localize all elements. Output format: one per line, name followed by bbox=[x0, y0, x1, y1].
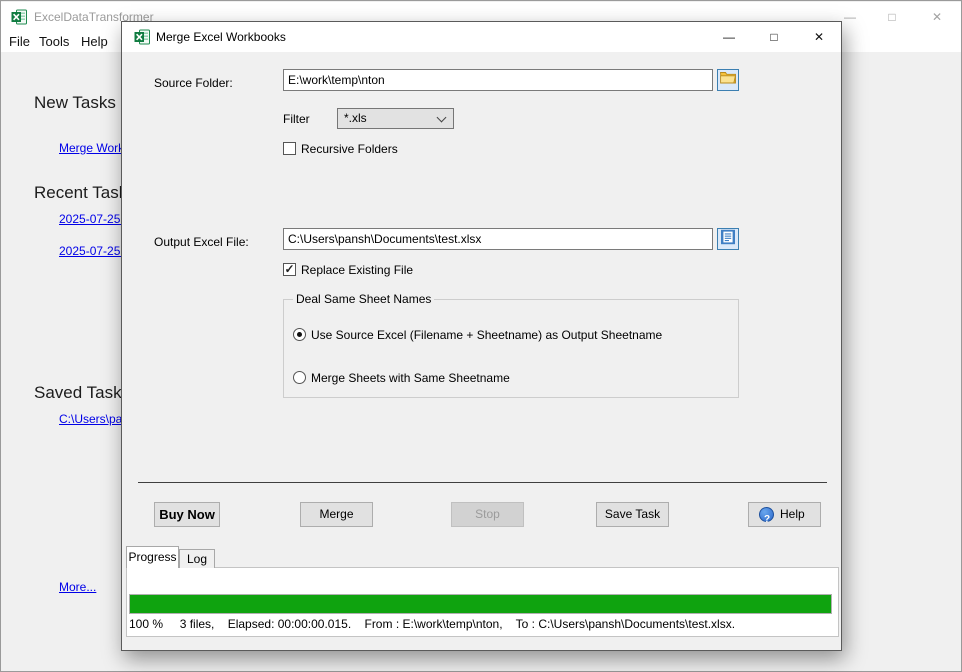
excel-dialog-icon bbox=[134, 29, 150, 45]
dialog-title-bar: Merge Excel Workbooks — □ ✕ bbox=[122, 22, 841, 52]
more-link[interactable]: More... bbox=[59, 580, 96, 594]
use-source-sheetname-label: Use Source Excel (Filename + Sheetname) … bbox=[311, 328, 662, 342]
save-task-button[interactable]: Save Task bbox=[596, 502, 669, 527]
progress-status-text: 100 % 3 files, Elapsed: 00:00:00.015. Fr… bbox=[129, 617, 735, 631]
document-icon bbox=[720, 229, 736, 250]
source-folder-input[interactable] bbox=[283, 69, 713, 91]
browse-output-file-button[interactable] bbox=[717, 228, 739, 250]
recursive-folders-checkbox[interactable] bbox=[283, 142, 296, 155]
use-source-sheetname-radio[interactable] bbox=[293, 328, 306, 341]
deal-same-sheet-names-group: Deal Same Sheet Names Use Source Excel (… bbox=[283, 299, 739, 398]
main-close-button[interactable]: ✕ bbox=[917, 2, 957, 33]
recent-task-link-1[interactable]: 2025-07-25 1 bbox=[59, 212, 130, 226]
merge-workbooks-link[interactable]: Merge Work bbox=[59, 141, 124, 155]
folder-icon bbox=[720, 71, 736, 89]
saved-tasks-heading: Saved Tasks bbox=[34, 383, 130, 403]
menu-tools[interactable]: Tools bbox=[39, 33, 69, 52]
menu-help[interactable]: Help bbox=[81, 33, 108, 52]
recent-tasks-heading: Recent Task bbox=[34, 183, 127, 203]
progress-bar bbox=[129, 594, 832, 614]
stop-button[interactable]: Stop bbox=[451, 502, 524, 527]
dialog-title: Merge Excel Workbooks bbox=[156, 22, 286, 52]
filter-selected-value: *.xls bbox=[344, 111, 367, 125]
output-excel-file-label: Output Excel File: bbox=[154, 235, 249, 249]
help-button[interactable]: Help bbox=[748, 502, 821, 527]
source-folder-label: Source Folder: bbox=[154, 76, 233, 90]
merge-same-sheetname-label: Merge Sheets with Same Sheetname bbox=[311, 371, 510, 385]
excel-app-icon bbox=[11, 9, 27, 25]
main-maximize-button[interactable]: □ bbox=[872, 2, 912, 33]
tab-log[interactable]: Log bbox=[179, 549, 215, 568]
button-divider bbox=[138, 482, 827, 483]
chevron-down-icon bbox=[437, 113, 447, 123]
filter-dropdown[interactable]: *.xls bbox=[337, 108, 454, 129]
group-title: Deal Same Sheet Names bbox=[293, 292, 434, 306]
saved-task-link[interactable]: C:\Users\pa bbox=[59, 412, 122, 426]
replace-existing-file-label: Replace Existing File bbox=[301, 263, 413, 277]
merge-button[interactable]: Merge bbox=[300, 502, 373, 527]
dialog-close-button[interactable]: ✕ bbox=[799, 22, 839, 53]
recursive-folders-label: Recursive Folders bbox=[301, 142, 398, 156]
new-tasks-heading: New Tasks bbox=[34, 93, 116, 113]
progress-tab-page: 100 % 3 files, Elapsed: 00:00:00.015. Fr… bbox=[126, 567, 839, 637]
filter-label: Filter bbox=[283, 112, 310, 126]
progress-bar-fill bbox=[130, 595, 831, 613]
menu-file[interactable]: File bbox=[9, 33, 30, 52]
buy-now-button[interactable]: Buy Now bbox=[154, 502, 220, 527]
output-excel-file-input[interactable] bbox=[283, 228, 713, 250]
main-window: ExcelDataTransformer — □ ✕ File Tools He… bbox=[0, 0, 962, 672]
tab-progress[interactable]: Progress bbox=[126, 546, 179, 568]
merge-same-sheetname-radio[interactable] bbox=[293, 371, 306, 384]
recent-task-link-2[interactable]: 2025-07-25 1 bbox=[59, 244, 130, 258]
dialog-minimize-button[interactable]: — bbox=[709, 22, 749, 53]
help-icon bbox=[759, 507, 774, 522]
dialog-maximize-button[interactable]: □ bbox=[754, 22, 794, 53]
merge-excel-workbooks-dialog: Merge Excel Workbooks — □ ✕ Source Folde… bbox=[121, 21, 842, 651]
browse-source-folder-button[interactable] bbox=[717, 69, 739, 91]
replace-existing-file-checkbox[interactable] bbox=[283, 263, 296, 276]
help-button-label: Help bbox=[780, 507, 805, 521]
